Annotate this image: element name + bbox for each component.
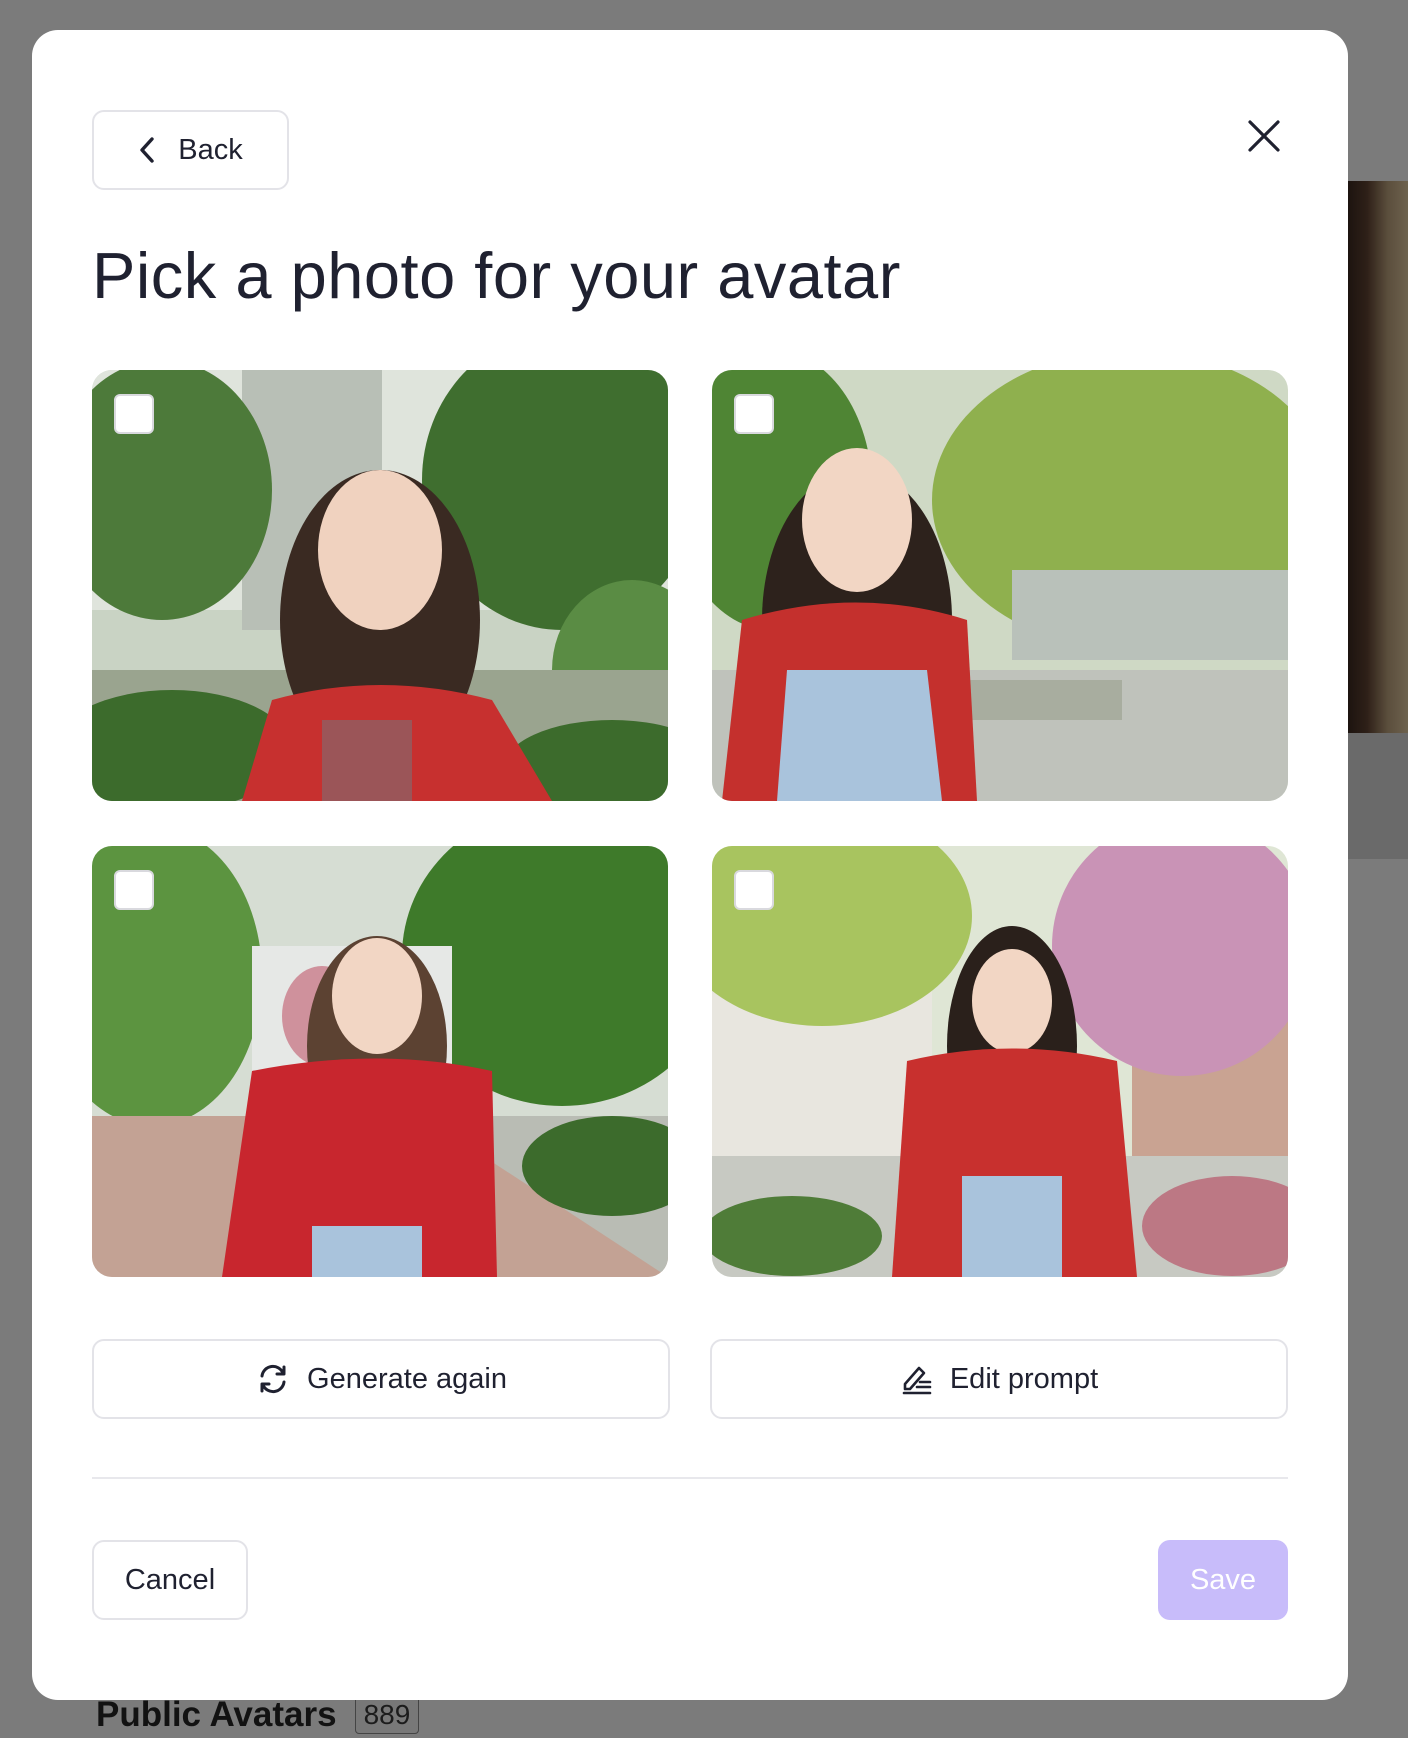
close-icon bbox=[1248, 120, 1280, 152]
modal-title: Pick a photo for your avatar bbox=[92, 239, 901, 312]
cancel-button-label: Cancel bbox=[124, 1563, 216, 1596]
cancel-button[interactable]: Cancel bbox=[92, 1540, 248, 1620]
back-button[interactable]: Back bbox=[92, 110, 289, 190]
footer-divider bbox=[92, 1477, 1288, 1479]
photo-option-4[interactable] bbox=[712, 846, 1288, 1277]
photo-2-checkbox[interactable] bbox=[734, 394, 774, 434]
refresh-icon bbox=[260, 1364, 286, 1394]
photo-1-checkbox[interactable] bbox=[114, 394, 154, 434]
edit-prompt-label: Edit prompt bbox=[949, 1362, 1099, 1395]
avatar-photo-3 bbox=[92, 846, 668, 1277]
background-avatar-image bbox=[1340, 181, 1408, 733]
close-button[interactable] bbox=[1244, 116, 1284, 156]
photo-4-checkbox[interactable] bbox=[734, 870, 774, 910]
photo-option-3[interactable] bbox=[92, 846, 668, 1277]
back-button-label: Back bbox=[178, 133, 243, 166]
avatar-photo-1 bbox=[92, 370, 668, 801]
edit-pen-icon bbox=[902, 1366, 932, 1395]
save-button[interactable]: Save bbox=[1158, 1540, 1288, 1620]
avatar-photo-modal: Back Pick a photo for your avatar Genera… bbox=[32, 30, 1348, 1700]
public-avatars-count-badge: 889 bbox=[354, 1696, 420, 1734]
save-button-label: Save bbox=[1189, 1563, 1257, 1596]
generate-again-button[interactable]: Generate again bbox=[92, 1339, 670, 1419]
photo-option-2[interactable] bbox=[712, 370, 1288, 801]
edit-prompt-button[interactable]: Edit prompt bbox=[710, 1339, 1288, 1419]
background-panel bbox=[1340, 733, 1408, 859]
avatar-photo-4 bbox=[712, 846, 1288, 1277]
photo-3-checkbox[interactable] bbox=[114, 870, 154, 910]
public-avatars-heading: Public Avatars bbox=[96, 1695, 337, 1734]
photo-option-1[interactable] bbox=[92, 370, 668, 801]
chevron-left-icon bbox=[140, 137, 154, 163]
generate-again-label: Generate again bbox=[307, 1362, 507, 1395]
avatar-photo-2 bbox=[712, 370, 1288, 801]
